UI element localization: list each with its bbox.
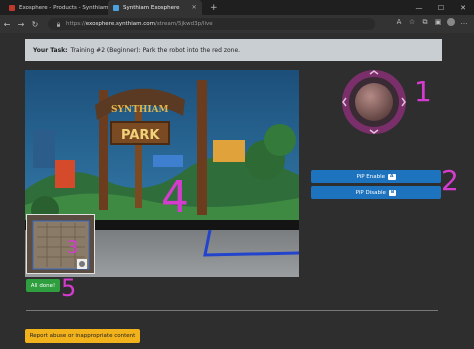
url-path: /stream/5jkwd3p/live	[154, 21, 213, 27]
browser-tab-bar: Exosphere - Products - Synthiam ✕ Synthi…	[0, 0, 474, 15]
forward-icon[interactable]: →	[14, 20, 28, 29]
browser-tab-exosphere[interactable]: Synthiam Exosphere ✕	[108, 0, 202, 15]
favicon-icon	[113, 4, 119, 11]
annotation-four: 4	[161, 172, 189, 223]
extensions-icon[interactable]: ▣	[434, 18, 442, 26]
joystick-knob[interactable]	[355, 83, 393, 121]
annotation-one: 1	[414, 75, 432, 108]
task-prefix: Your Task:	[33, 46, 68, 54]
pip-disable-key: B	[388, 189, 397, 196]
url-prefix: https://	[66, 21, 86, 27]
annotation-three: 3	[67, 237, 78, 258]
sign-top-text: SYNTHIAM	[111, 105, 169, 115]
browser-toolbar: ← → ↻ https:// exosphere.synthiam.com /s…	[0, 15, 474, 33]
all-done-button[interactable]: All done!	[26, 279, 60, 292]
pip-view: 3	[26, 214, 95, 274]
toolbar-actions: A ☆ ⧉ ▣ …	[395, 18, 468, 26]
annotation-five: 5	[61, 274, 77, 302]
task-banner: Your Task: Training #2 (Beginner): Park …	[25, 39, 442, 61]
sign-main-text: PARK	[121, 128, 160, 143]
report-abuse-button[interactable]: Report abuse or inappropriate content	[25, 329, 140, 343]
window-controls: — ☐ ✕	[408, 0, 474, 15]
collections-icon[interactable]: ⧉	[421, 18, 429, 26]
pip-enable-button[interactable]: PiP Enable A	[311, 170, 441, 183]
refresh-icon[interactable]: ↻	[28, 20, 42, 29]
joystick[interactable]	[340, 68, 408, 136]
reader-icon[interactable]: A	[395, 18, 403, 26]
pip-scene: 3	[27, 215, 94, 273]
favicon-icon	[9, 4, 15, 11]
joystick-graphic	[342, 70, 406, 134]
browser-tab-products[interactable]: Exosphere - Products - Synthiam ✕	[4, 0, 126, 15]
minimize-icon[interactable]: —	[408, 4, 430, 12]
tab-title: Synthiam Exosphere	[123, 4, 180, 11]
maximize-icon[interactable]: ☐	[430, 4, 452, 12]
divider	[26, 310, 438, 311]
annotation-two: 2	[441, 164, 459, 197]
close-tab-icon[interactable]: ✕	[192, 4, 197, 11]
task-text: Training #2 (Beginner): Park the robot i…	[70, 46, 241, 54]
pip-disable-button[interactable]: PiP Disable B	[311, 186, 441, 199]
pip-enable-label: PiP Enable	[356, 173, 386, 180]
favorite-icon[interactable]: ☆	[408, 18, 416, 26]
tab-title: Exosphere - Products - Synthiam	[19, 4, 109, 11]
new-tab-icon[interactable]: +	[210, 3, 218, 13]
lock-icon	[57, 21, 60, 27]
pip-enable-key: A	[388, 173, 396, 180]
back-icon[interactable]: ←	[0, 20, 14, 29]
pip-disable-label: PiP Disable	[355, 189, 386, 196]
page-content: Your Task: Training #2 (Beginner): Park …	[0, 33, 474, 349]
profile-avatar[interactable]	[447, 18, 455, 26]
close-window-icon[interactable]: ✕	[452, 4, 474, 12]
menu-icon[interactable]: …	[460, 18, 468, 26]
url-host: exosphere.synthiam.com	[85, 21, 155, 27]
address-bar[interactable]: https:// exosphere.synthiam.com /stream/…	[48, 18, 375, 30]
